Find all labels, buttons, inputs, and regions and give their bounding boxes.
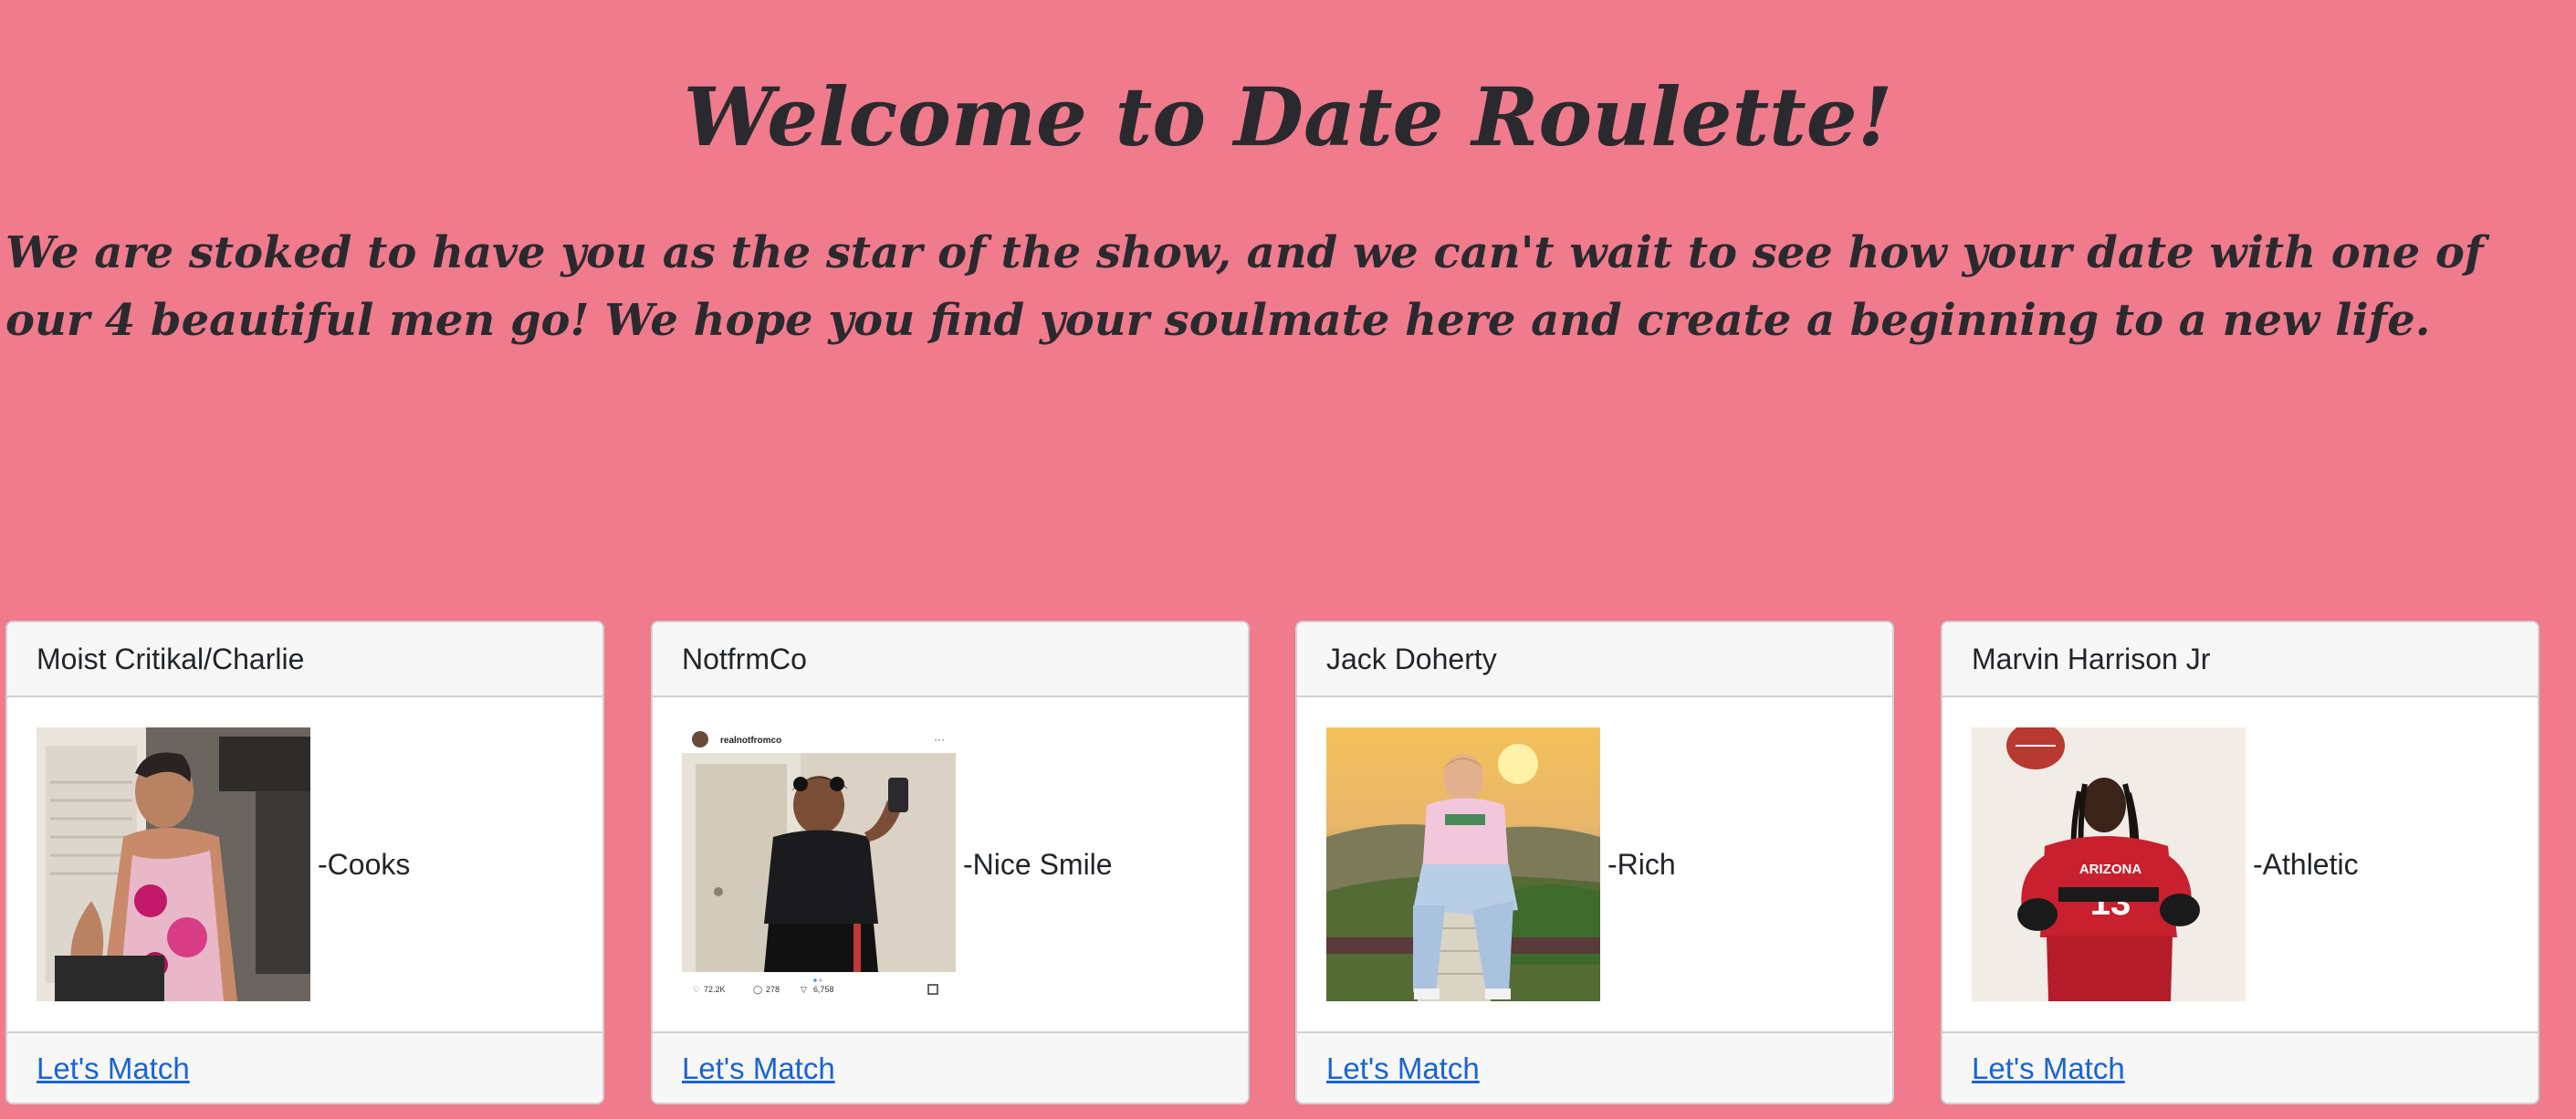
card-name: Jack Doherty <box>1326 642 1497 675</box>
card-trait: -Cooks <box>318 847 411 881</box>
card-footer: Let's Match <box>1942 1031 2538 1103</box>
svg-text:◯: ◯ <box>753 985 762 995</box>
svg-text:···: ··· <box>934 733 945 746</box>
profile-photo: realnotfromco ··· ♡ 72.2K ◯ 278 ▽ 6,758 <box>682 727 956 1001</box>
card-footer: Let's Match <box>1297 1031 1892 1103</box>
instagram-avatar-icon <box>692 731 708 748</box>
lets-match-link[interactable]: Let's Match <box>682 1051 835 1086</box>
card-trait: -Nice Smile <box>963 847 1113 881</box>
card-header: Marvin Harrison Jr <box>1942 622 2538 697</box>
card-body: realnotfromco ··· ♡ 72.2K ◯ 278 ▽ 6,758 … <box>653 697 1248 1031</box>
svg-text:6,758: 6,758 <box>813 985 834 994</box>
page-title: Welcome to Date Roulette! <box>683 69 1893 164</box>
date-card: Jack Doherty -Rich Let's Match <box>1295 621 1894 1104</box>
profile-photo <box>1326 727 1600 1001</box>
card-name: Moist Critikal/Charlie <box>37 642 305 675</box>
svg-text:278: 278 <box>766 985 780 994</box>
svg-text:72.2K: 72.2K <box>704 985 726 994</box>
card-name: Marvin Harrison Jr <box>1972 642 2211 675</box>
lets-match-link[interactable]: Let's Match <box>1972 1051 2125 1086</box>
jersey-text: ARIZONA <box>2079 862 2141 877</box>
card-footer: Let's Match <box>653 1031 1248 1103</box>
card-header: NotfrmCo <box>653 622 1248 697</box>
card-header: Jack Doherty <box>1297 622 1892 697</box>
instagram-username: realnotfromco <box>720 736 781 746</box>
card-body: -Rich <box>1297 697 1892 1031</box>
intro-text: We are stoked to have you as the star of… <box>5 227 2484 346</box>
card-trait: -Rich <box>1607 847 1676 881</box>
card-body: ARIZONA 13 -Athletic <box>1942 697 2538 1031</box>
date-card: Marvin Harrison Jr ARIZONA 13 -Athletic … <box>1941 621 2539 1104</box>
lets-match-link[interactable]: Let's Match <box>37 1051 190 1086</box>
page: Welcome to Date Roulette! We are stoked … <box>0 0 2576 1119</box>
svg-text:♡: ♡ <box>693 985 700 994</box>
card-name: NotfrmCo <box>682 642 807 675</box>
card-body: -Cooks <box>7 697 602 1031</box>
card-header: Moist Critikal/Charlie <box>7 622 602 697</box>
date-card: NotfrmCo realnotfromco ··· ♡ 72.2K ◯ 278… <box>651 621 1250 1104</box>
profile-photo: ARIZONA 13 <box>1972 727 2246 1001</box>
svg-text:▽: ▽ <box>801 985 807 994</box>
card-footer: Let's Match <box>7 1031 602 1103</box>
lets-match-link[interactable]: Let's Match <box>1326 1051 1480 1086</box>
profile-photo <box>37 727 310 1001</box>
date-card: Moist Critikal/Charlie -Cooks Let's Matc… <box>5 621 604 1104</box>
card-trait: -Athletic <box>2253 847 2359 881</box>
card-grid: Moist Critikal/Charlie -Cooks Let's Matc… <box>5 621 2543 1106</box>
